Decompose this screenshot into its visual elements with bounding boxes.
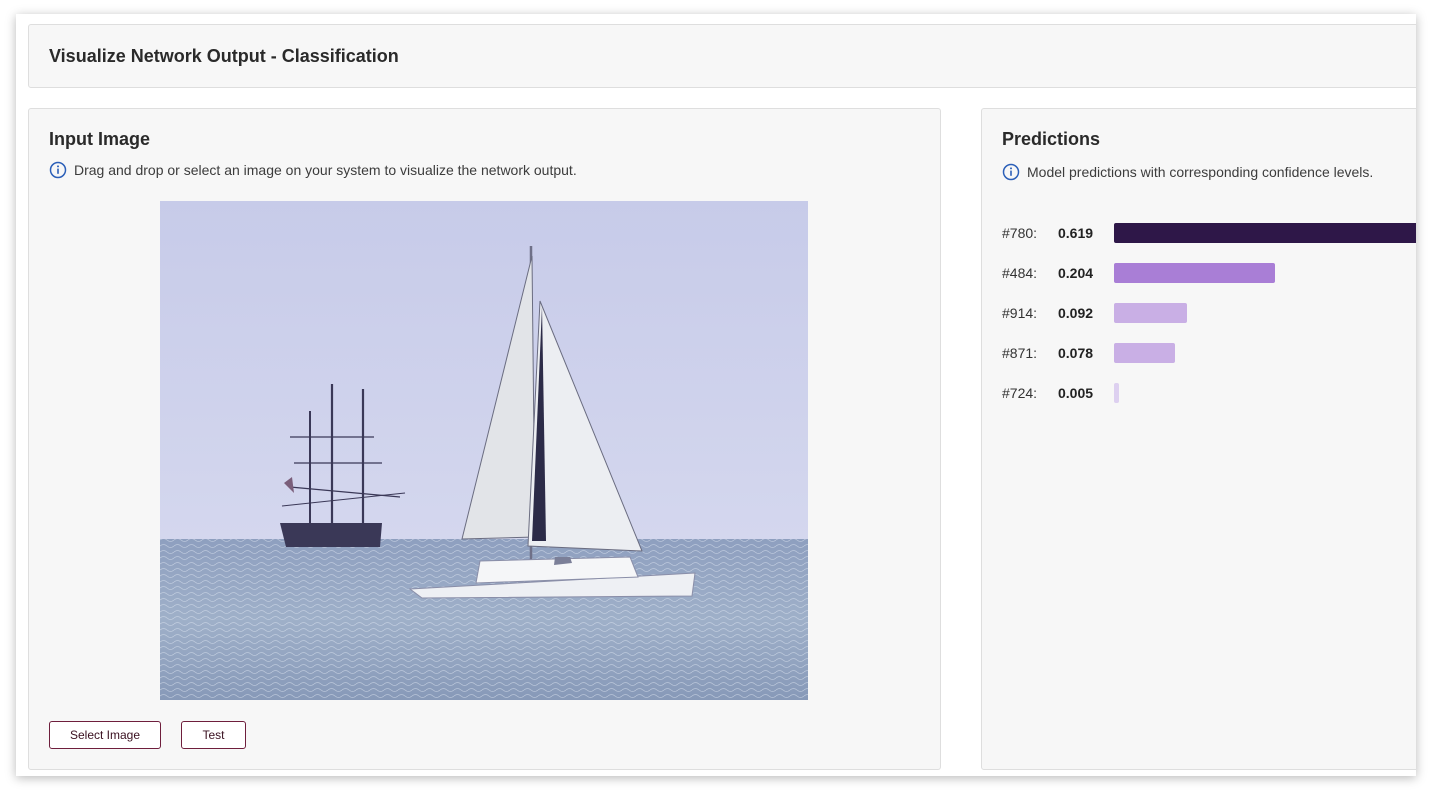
prediction-bar-track <box>1114 383 1416 403</box>
input-image-panel: Input Image Drag and drop or select an i… <box>28 108 941 770</box>
info-circle-icon <box>1002 163 1020 181</box>
prediction-row: #871: 0.078 <box>1002 343 1416 363</box>
prediction-class-id: #871: <box>1002 345 1038 361</box>
sailboat-image <box>160 201 808 700</box>
prediction-confidence-value: 0.092 <box>1058 305 1094 321</box>
predictions-panel: Predictions Model predictions with corre… <box>981 108 1416 770</box>
predictions-info-row: Model predictions with corresponding con… <box>1002 163 1373 181</box>
prediction-row: #724: 0.005 <box>1002 383 1416 403</box>
app-window: Visualize Network Output - Classificatio… <box>16 14 1416 776</box>
page-header: Visualize Network Output - Classificatio… <box>28 24 1416 88</box>
predictions-info-text: Model predictions with corresponding con… <box>1027 164 1374 180</box>
prediction-row: #780: 0.619 <box>1002 223 1416 243</box>
prediction-confidence-bar <box>1114 303 1187 323</box>
input-info-text: Drag and drop or select an image on your… <box>74 162 577 178</box>
prediction-bar-track <box>1114 263 1416 283</box>
input-image-title: Input Image <box>49 129 151 149</box>
prediction-confidence-bar <box>1114 263 1275 283</box>
predictions-title: Predictions <box>1002 129 1101 149</box>
prediction-class-id: #914: <box>1002 305 1038 321</box>
prediction-bar-track <box>1114 303 1416 323</box>
prediction-confidence-value: 0.078 <box>1058 345 1094 361</box>
prediction-class-id: #780: <box>1002 225 1038 241</box>
prediction-row: #484: 0.204 <box>1002 263 1416 283</box>
prediction-confidence-value: 0.204 <box>1058 265 1094 281</box>
select-image-button[interactable]: Select Image <box>49 721 161 749</box>
test-button[interactable]: Test <box>181 721 246 749</box>
prediction-confidence-value: 0.005 <box>1058 385 1094 401</box>
input-image-preview[interactable] <box>160 201 808 700</box>
prediction-class-id: #484: <box>1002 265 1038 281</box>
prediction-row: #914: 0.092 <box>1002 303 1416 323</box>
input-info-row: Drag and drop or select an image on your… <box>49 161 577 179</box>
prediction-confidence-bar <box>1114 383 1119 403</box>
info-circle-icon <box>49 161 67 179</box>
page-title: Visualize Network Output - Classificatio… <box>49 46 399 66</box>
prediction-bar-track <box>1114 343 1416 363</box>
prediction-class-id: #724: <box>1002 385 1038 401</box>
prediction-bar-track <box>1114 223 1416 243</box>
prediction-confidence-value: 0.619 <box>1058 225 1094 241</box>
prediction-confidence-bar <box>1114 223 1416 243</box>
prediction-confidence-bar <box>1114 343 1175 363</box>
